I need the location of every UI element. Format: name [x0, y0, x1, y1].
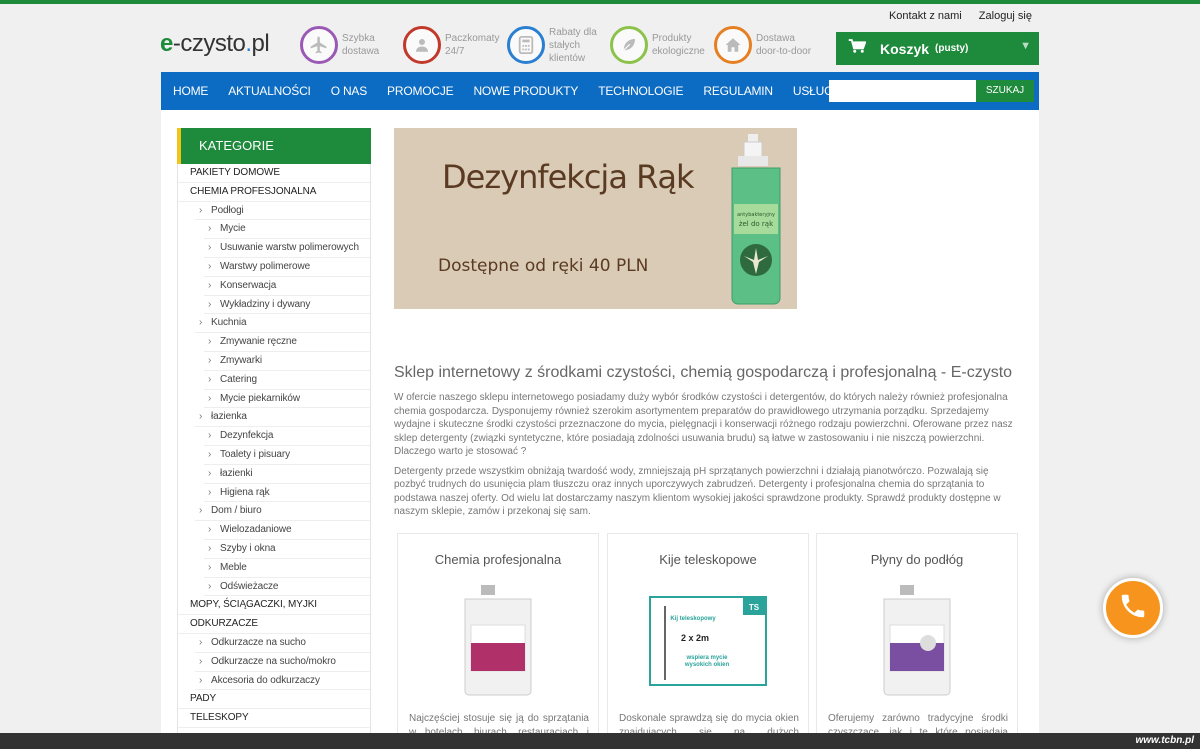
- svg-text:wspiera mycie: wspiera mycie: [685, 655, 728, 661]
- intro-paragraph: Detergenty przede wszystkim obniżają twa…: [394, 465, 1001, 518]
- svg-text:antybakteryjny: antybakteryjny: [737, 212, 775, 218]
- calculator-icon: [507, 26, 545, 64]
- svg-text:2 x 2m: 2 x 2m: [681, 633, 709, 643]
- card-title: Kije teleskopowe: [659, 552, 757, 567]
- subcategory-item[interactable]: Wielozadaniowe: [204, 521, 370, 540]
- subcategory-item[interactable]: Higiena rąk: [204, 484, 370, 503]
- sanitizer-bottle-image: antybakteryjny żel do rąk: [731, 134, 781, 305]
- hero-banner[interactable]: Dezynfekcja Rąk Dostępne od ręki 40 PLN …: [394, 128, 797, 309]
- top-accent-bar: [0, 0, 1200, 4]
- call-button[interactable]: [1103, 578, 1163, 638]
- nav-news[interactable]: AKTUALNOŚCI: [218, 72, 321, 110]
- subcategory-item[interactable]: Catering: [204, 371, 370, 390]
- main-content: KATEGORIE PAKIETY DOMOWE CHEMIA PROFESJON…: [161, 110, 1039, 749]
- telescopic-pole-box-image: TS Kij teleskopowy 2 x 2m wspiera mycie …: [649, 596, 767, 686]
- subcategory-item[interactable]: Zmywanie ręczne: [204, 333, 370, 352]
- nav-promotions[interactable]: PROMOCJE: [377, 72, 463, 110]
- subcategory-item[interactable]: Meble: [204, 559, 370, 578]
- category-item[interactable]: TELESKOPY: [178, 709, 370, 728]
- subcategory-item[interactable]: Akcesoria do odkurzaczy: [195, 672, 370, 691]
- subcategory-item[interactable]: Wykładziny i dywany: [204, 296, 370, 315]
- subcategory-item[interactable]: Szyby i okna: [204, 540, 370, 559]
- house-icon: [714, 26, 752, 64]
- category-card-floor-fluids[interactable]: Płyny do podłóg Oferujemy zarówno tradyc…: [816, 533, 1018, 749]
- subcategory-item[interactable]: Warstwy polimerowe: [204, 258, 370, 277]
- intro-text: W ofercie naszego sklepu internetowego p…: [394, 391, 1022, 525]
- feature-door-delivery: Dostawa door-to-door: [714, 25, 811, 65]
- intro-paragraph: W ofercie naszego sklepu internetowego p…: [394, 392, 1013, 457]
- subcategory-item[interactable]: Odświeżacze: [204, 578, 370, 597]
- svg-text:żel do rąk: żel do rąk: [739, 220, 774, 228]
- nav-new-products[interactable]: NOWE PRODUKTY: [463, 72, 588, 110]
- leaf-icon: [610, 26, 648, 64]
- category-item[interactable]: PAKIETY DOMOWE: [178, 164, 370, 183]
- login-link[interactable]: Zaloguj się: [979, 10, 1032, 22]
- cart-button[interactable]: Koszyk (pusty) ▼: [836, 32, 1039, 65]
- phone-icon: [1118, 591, 1148, 626]
- nav-terms[interactable]: REGULAMIN: [693, 72, 783, 110]
- subcategory-item[interactable]: Dom / biuro: [195, 502, 370, 522]
- footer-bar: [0, 733, 1200, 749]
- nav-about[interactable]: O NAS: [321, 72, 377, 110]
- main-navigation: HOME AKTUALNOŚCI O NAS PROMOCJE NOWE PRO…: [161, 72, 1039, 110]
- cart-label: Koszyk: [880, 40, 930, 57]
- search-button[interactable]: SZUKAJ: [976, 80, 1034, 102]
- category-item[interactable]: CHEMIA PROFESJONALNA: [178, 183, 370, 202]
- airplane-icon: [300, 26, 338, 64]
- svg-text:TS: TS: [749, 603, 760, 612]
- subcategory-item[interactable]: Odkurzacze na sucho/mokro: [195, 653, 370, 672]
- subcategory-item[interactable]: Odkurzacze na sucho: [195, 634, 370, 653]
- subcategory-item[interactable]: Mycie piekarników: [204, 390, 370, 409]
- intro-title: Sklep internetowy z środkami czystości, …: [394, 364, 1013, 381]
- user-links: Kontakt z nami Zaloguj się: [875, 10, 1032, 22]
- search-input[interactable]: [829, 80, 976, 102]
- nav-technologies[interactable]: TECHNOLOGIE: [588, 72, 693, 110]
- feature-fast-delivery: Szybka dostawa: [300, 25, 379, 65]
- subcategory-item[interactable]: Mycie: [204, 220, 370, 240]
- canister-image: [464, 585, 532, 696]
- subcategory-item[interactable]: Kuchnia: [195, 314, 370, 334]
- card-title: Chemia profesjonalna: [434, 552, 562, 567]
- subcategory-item[interactable]: Dezynfekcja: [204, 427, 370, 446]
- chevron-down-icon: ▼: [1020, 40, 1031, 52]
- subcategory-item[interactable]: łazienka: [195, 408, 370, 428]
- subcategory-item[interactable]: Zmywarki: [204, 352, 370, 371]
- card-title: Płyny do podłóg: [870, 552, 964, 567]
- category-card-chemicals[interactable]: Chemia profesjonalna Najczęściej stosuje…: [397, 533, 599, 749]
- watermark: www.tcbn.pl: [1135, 735, 1194, 746]
- feature-parcel-lockers: Paczkomaty 24/7: [403, 25, 499, 65]
- subcategory-item[interactable]: Usuwanie warstw polimerowych: [204, 239, 370, 258]
- site-logo[interactable]: e-czysto.pl: [160, 30, 270, 58]
- subcategory-item[interactable]: łazienki: [204, 465, 370, 484]
- card-image: TS Kij teleskopowy 2 x 2m wspiera mycie …: [648, 582, 768, 700]
- canister-image: [883, 585, 951, 696]
- category-item[interactable]: MOPY, ŚCIĄGACZKI, MYJKI: [178, 596, 370, 616]
- category-card-telescopic-poles[interactable]: Kije teleskopowe TS Kij teleskopowy 2 x …: [607, 533, 809, 749]
- banner-subtitle: Dostępne od ręki 40 PLN: [438, 256, 649, 276]
- subcategory-item[interactable]: Toalety i pisuary: [204, 446, 370, 465]
- cart-status: (pusty): [935, 43, 969, 54]
- categories-list: PAKIETY DOMOWECHEMIA PROFESJONALNAPodłog…: [177, 164, 371, 749]
- shopping-cart-icon: [848, 38, 867, 59]
- banner-title: Dezynfekcja Rąk: [442, 158, 694, 196]
- svg-text:Kij teleskopowy: Kij teleskopowy: [670, 616, 716, 622]
- card-image: [857, 582, 977, 700]
- category-item[interactable]: PADY: [178, 690, 370, 710]
- categories-heading: KATEGORIE: [177, 128, 371, 164]
- subcategory-item[interactable]: Konserwacja: [204, 277, 370, 296]
- nav-home[interactable]: HOME: [163, 72, 218, 110]
- svg-text:wysokich okien: wysokich okien: [684, 662, 730, 668]
- category-item[interactable]: ODKURZACZE: [178, 615, 370, 634]
- feature-eco-products: Produkty ekologiczne: [610, 25, 705, 65]
- person-icon: [403, 26, 441, 64]
- card-image: [438, 582, 558, 700]
- feature-discounts: Rabaty dla stałych klientów: [507, 25, 597, 65]
- subcategory-item[interactable]: Podłogi: [195, 202, 370, 221]
- contact-link[interactable]: Kontakt z nami: [889, 10, 962, 22]
